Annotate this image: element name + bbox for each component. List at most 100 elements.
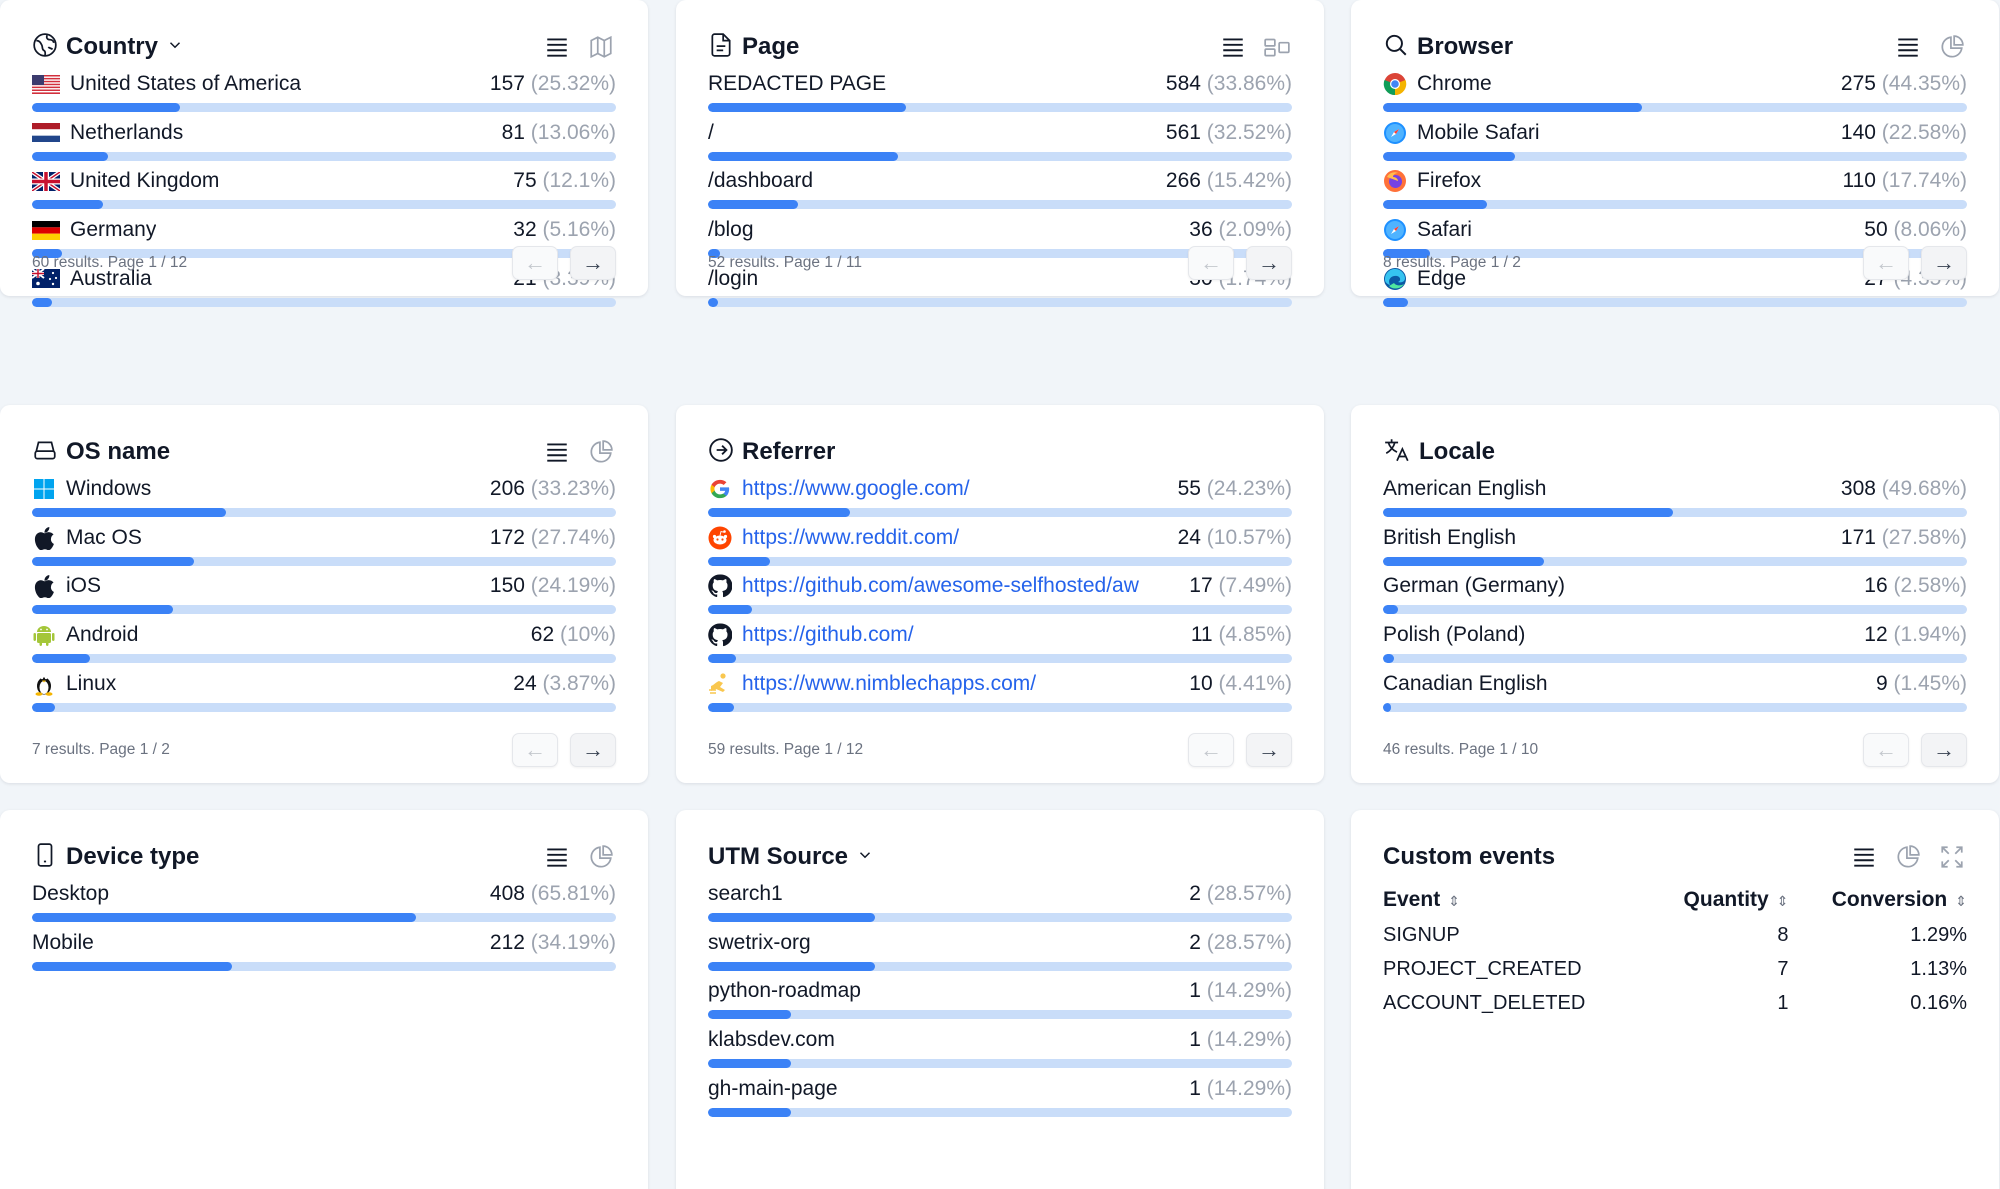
progress-fill (32, 605, 174, 615)
next-page-button[interactable]: → (1246, 733, 1292, 767)
progress-bar (1383, 151, 1967, 161)
referrer-link[interactable]: https://github.com/ (742, 623, 914, 647)
row-label: /dashboard (708, 169, 814, 193)
list-item[interactable]: Polish (Poland) 12 (1.94%) (1383, 619, 1967, 668)
prev-page-button[interactable]: ← (512, 246, 558, 280)
progress-bar (708, 508, 1292, 517)
row-label: python-roadmap (708, 979, 861, 1003)
list-item[interactable]: /dashboard 266 (15.42%) (708, 165, 1292, 214)
expand-icon[interactable] (1937, 842, 1967, 872)
pie-chart-icon[interactable] (1893, 842, 1923, 872)
list-item[interactable]: https://github.com/awesome-selfhosted/aw… (708, 570, 1292, 619)
panel-title: OS name (66, 438, 171, 465)
list-item[interactable]: / 561 (32.52%) (708, 117, 1292, 166)
referrer-link[interactable]: https://www.nimblechapps.com/ (742, 672, 1036, 696)
column-header-event[interactable]: Event ⇕ (1383, 884, 1650, 918)
progress-fill (32, 654, 91, 664)
pie-chart-icon[interactable] (1937, 32, 1967, 62)
row-count: 2 (1189, 930, 1201, 954)
list-item[interactable]: British English 171 (27.58%) (1383, 522, 1967, 571)
list-item[interactable]: Desktop 408 (65.81%) (32, 878, 616, 927)
prev-page-button[interactable]: ← (1863, 246, 1909, 280)
list-view-icon[interactable] (542, 437, 572, 467)
table-row[interactable]: SIGNUP 8 1.29% (1383, 918, 1967, 952)
country-title[interactable]: Country (32, 32, 184, 63)
android-icon (32, 623, 56, 647)
prev-page-button[interactable]: ← (1863, 733, 1909, 767)
list-item[interactable]: Canadian English 9 (1.45%) (1383, 668, 1967, 717)
next-page-button[interactable]: → (570, 246, 616, 280)
list-item[interactable]: gh-main-page 1 (14.29%) (708, 1073, 1292, 1122)
sort-icon[interactable]: ⇕ (1777, 893, 1789, 909)
list-item[interactable]: REDACTED PAGE 584 (33.86%) (708, 68, 1292, 117)
list-item[interactable]: Mobile Safari 140 (22.58%) (1383, 117, 1967, 166)
list-item[interactable]: https://www.google.com/ 55 (24.23%) (708, 473, 1292, 522)
list-item[interactable]: United Kingdom 75 (12.1%) (32, 165, 616, 214)
page-flow-icon[interactable] (1262, 32, 1292, 62)
row-label: British English (1383, 525, 1517, 549)
list-view-icon[interactable] (542, 32, 572, 62)
progress-fill (708, 961, 875, 971)
progress-bar (708, 297, 1292, 307)
pie-chart-icon[interactable] (586, 437, 616, 467)
list-item[interactable]: Android 62 (10%) (32, 619, 616, 668)
column-header-quantity[interactable]: Quantity ⇕ (1650, 884, 1789, 918)
row-count: 1 (1189, 979, 1201, 1003)
map-view-icon[interactable] (586, 32, 616, 62)
list-view-icon[interactable] (542, 842, 572, 872)
list-item[interactable]: https://www.nimblechapps.com/ 10 (4.41%) (708, 668, 1292, 717)
list-item[interactable]: Mobile 212 (34.19%) (32, 927, 616, 976)
list-item[interactable]: swetrix-org 2 (28.57%) (708, 927, 1292, 976)
browser-title-group: Browser (1383, 32, 1513, 63)
list-item[interactable]: United States of America 157 (25.32%) (32, 68, 616, 117)
list-item[interactable]: Chrome 275 (44.35%) (1383, 68, 1967, 117)
row-count: 36 (1189, 218, 1213, 242)
referrer-link[interactable]: https://github.com/awesome-selfhosted/aw (742, 574, 1139, 598)
pie-chart-icon[interactable] (586, 842, 616, 872)
referrer-link[interactable]: https://www.reddit.com/ (742, 526, 959, 550)
next-page-button[interactable]: → (1246, 246, 1292, 280)
table-row[interactable]: PROJECT_CREATED 7 1.13% (1383, 952, 1967, 986)
progress-fill (708, 508, 850, 517)
table-row[interactable]: ACCOUNT_DELETED 1 0.16% (1383, 986, 1967, 1020)
device-title-group: Device type (32, 842, 199, 873)
chevron-down-icon[interactable] (856, 846, 874, 869)
progress-fill (708, 200, 799, 210)
row-percent: (32.52%) (1206, 120, 1292, 144)
list-item[interactable]: https://github.com/ 11 (4.85%) (708, 619, 1292, 668)
list-item[interactable]: https://www.reddit.com/ 24 (10.57%) (708, 522, 1292, 571)
progress-fill (1383, 508, 1674, 517)
list-item[interactable]: American English 308 (49.68%) (1383, 473, 1967, 522)
next-page-button[interactable]: → (1921, 733, 1967, 767)
chevron-down-icon[interactable] (166, 36, 184, 59)
list-item[interactable]: Netherlands 81 (13.06%) (32, 117, 616, 166)
list-item[interactable]: Firefox 110 (17.74%) (1383, 165, 1967, 214)
safari-icon (1383, 218, 1407, 242)
list-view-icon[interactable] (1218, 32, 1248, 62)
prev-page-button[interactable]: ← (1188, 733, 1234, 767)
list-item[interactable]: Windows 206 (33.23%) (32, 473, 616, 522)
list-item[interactable]: Linux 24 (3.87%) (32, 668, 616, 717)
list-item[interactable]: klabsdev.com 1 (14.29%) (708, 1024, 1292, 1073)
list-item[interactable]: python-roadmap 1 (14.29%) (708, 975, 1292, 1024)
list-item[interactable]: search1 2 (28.57%) (708, 878, 1292, 927)
prev-page-button[interactable]: ← (1188, 246, 1234, 280)
list-item[interactable]: Mac OS 172 (27.74%) (32, 522, 616, 571)
sort-icon[interactable]: ⇕ (1448, 893, 1460, 909)
referrer-link[interactable]: https://www.google.com/ (742, 477, 970, 501)
progress-bar (1383, 200, 1967, 210)
progress-fill (708, 151, 898, 161)
list-item[interactable]: German (Germany) 16 (2.58%) (1383, 570, 1967, 619)
utm-title[interactable]: UTM Source (708, 843, 874, 871)
prev-page-button[interactable]: ← (512, 733, 558, 767)
list-item[interactable]: iOS 150 (24.19%) (32, 570, 616, 619)
column-header-conversion[interactable]: Conversion ⇕ (1788, 884, 1967, 918)
progress-bar (32, 200, 616, 210)
list-view-icon[interactable] (1893, 32, 1923, 62)
sort-icon[interactable]: ⇕ (1955, 893, 1967, 909)
next-page-button[interactable]: → (570, 733, 616, 767)
list-view-icon[interactable] (1849, 842, 1879, 872)
row-percent: (65.81%) (530, 882, 616, 905)
next-page-button[interactable]: → (1921, 246, 1967, 280)
row-label: REDACTED PAGE (708, 72, 887, 95)
